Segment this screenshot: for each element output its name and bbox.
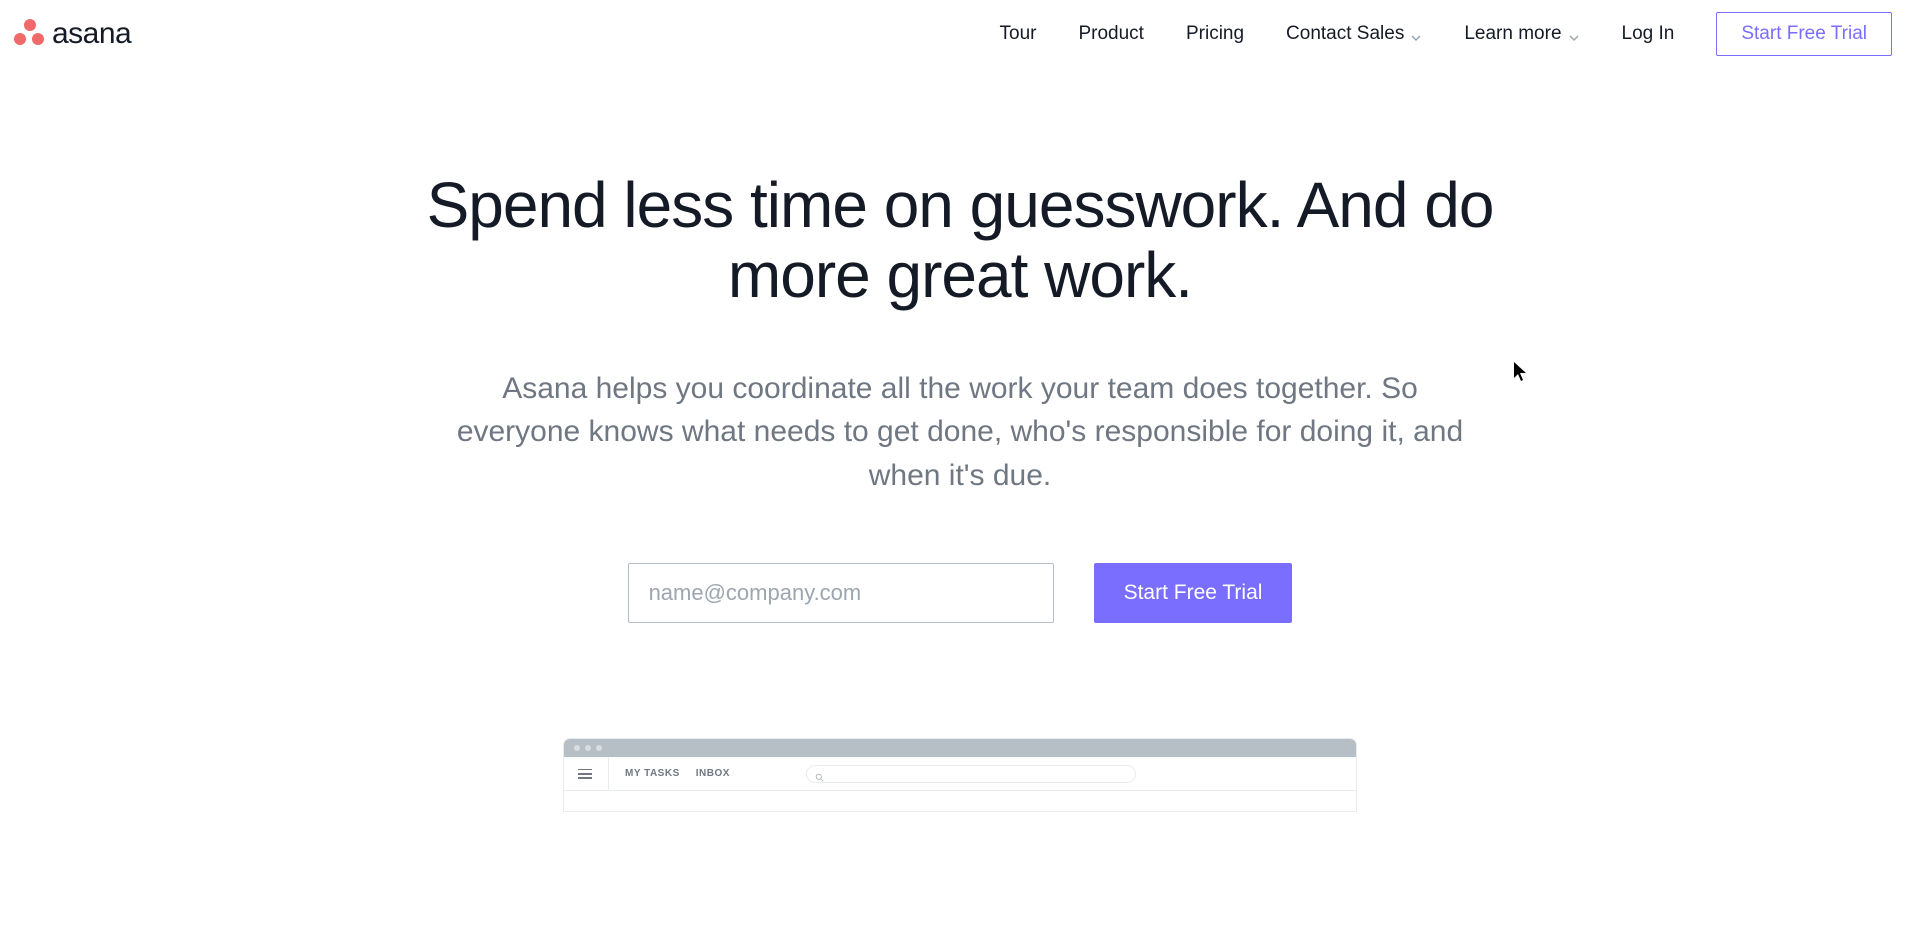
window-dot-icon	[585, 745, 591, 751]
nav-product[interactable]: Product	[1078, 23, 1143, 45]
app-preview: MY TASKS INBOX	[564, 739, 1356, 811]
hero-subtitle: Asana helps you coordinate all the work …	[455, 367, 1465, 498]
start-free-trial-header-button[interactable]: Start Free Trial	[1716, 12, 1892, 56]
nav-learn-more[interactable]: Learn more	[1464, 23, 1579, 45]
logo-icon	[14, 19, 46, 49]
chevron-down-icon	[1410, 28, 1422, 40]
nav-pricing-label: Pricing	[1186, 23, 1244, 45]
nav-product-label: Product	[1078, 23, 1143, 45]
app-body	[564, 791, 1356, 811]
window-dot-icon	[596, 745, 602, 751]
site-header: asana Tour Product Pricing Contact Sales…	[0, 0, 1920, 68]
window-dot-icon	[574, 745, 580, 751]
divider	[608, 757, 609, 791]
logo-text: asana	[52, 17, 131, 51]
hero-title: Spend less time on guesswork. And do mor…	[410, 170, 1510, 311]
nav-contact-sales[interactable]: Contact Sales	[1286, 23, 1422, 45]
nav-pricing[interactable]: Pricing	[1186, 23, 1244, 45]
logo[interactable]: asana	[14, 17, 131, 51]
nav-log-in-label: Log In	[1622, 23, 1675, 45]
nav-log-in[interactable]: Log In	[1622, 23, 1675, 45]
nav-learn-more-label: Learn more	[1464, 23, 1561, 45]
start-free-trial-button[interactable]: Start Free Trial	[1094, 563, 1293, 623]
nav-tour[interactable]: Tour	[1000, 23, 1037, 45]
tab-my-tasks[interactable]: MY TASKS	[625, 768, 680, 779]
email-input[interactable]	[628, 563, 1054, 623]
search-icon	[815, 769, 824, 778]
tab-inbox[interactable]: INBOX	[696, 768, 730, 779]
hamburger-icon[interactable]	[578, 769, 592, 779]
app-toolbar: MY TASKS INBOX	[564, 757, 1356, 791]
hero-section: Spend less time on guesswork. And do mor…	[0, 170, 1920, 623]
nav-contact-sales-label: Contact Sales	[1286, 23, 1404, 45]
nav-tour-label: Tour	[1000, 23, 1037, 45]
signup-form: Start Free Trial	[40, 563, 1880, 623]
chevron-down-icon	[1568, 28, 1580, 40]
main-nav: Tour Product Pricing Contact Sales Learn…	[1000, 12, 1892, 56]
app-titlebar	[564, 739, 1356, 757]
search-input[interactable]	[806, 765, 1136, 783]
